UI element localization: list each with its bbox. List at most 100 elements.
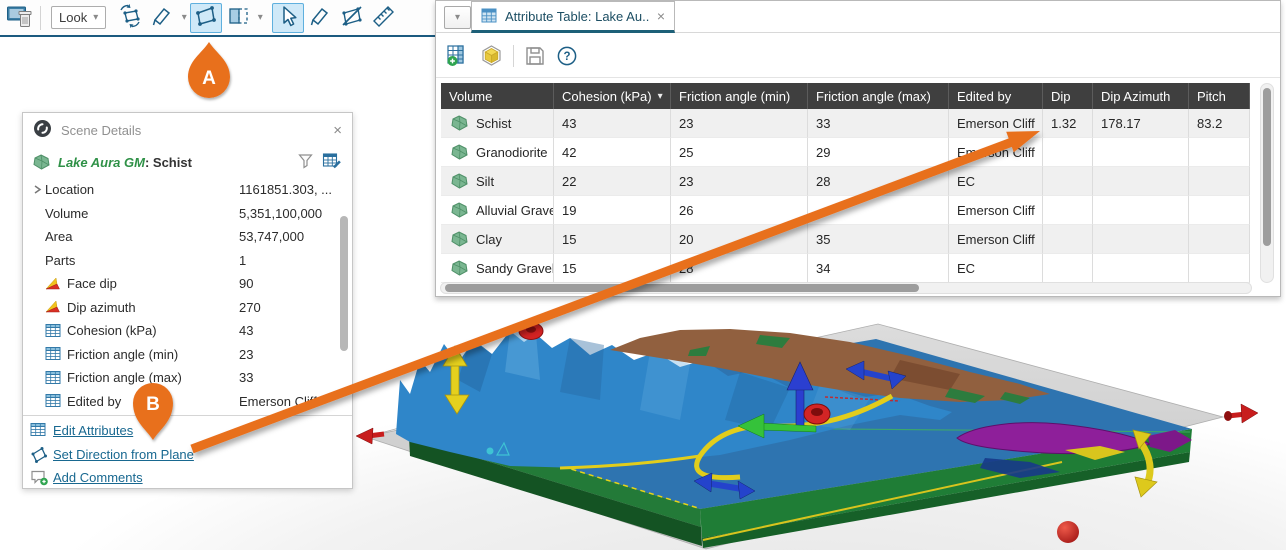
cell-dip[interactable]: 1.32 xyxy=(1043,109,1093,138)
cell-dip[interactable] xyxy=(1043,138,1093,167)
cell-friction-angle-min[interactable]: 26 xyxy=(671,196,808,225)
horizontal-scrollbar[interactable] xyxy=(440,282,1252,294)
table-row-alluvial-gravel[interactable]: Alluvial Gravel1926 Emerson Cliff xyxy=(441,196,1250,225)
cell-cohesion-kpa[interactable]: 42 xyxy=(554,138,671,167)
cell-friction-angle-min[interactable]: 20 xyxy=(671,225,808,254)
cell-pitch[interactable] xyxy=(1189,167,1250,196)
tab-close-icon[interactable]: × xyxy=(657,9,665,23)
ruler-button[interactable] xyxy=(368,3,400,33)
view-in-scene-button[interactable] xyxy=(480,44,503,67)
panel-header[interactable]: Scene Details × xyxy=(23,113,352,147)
scrollbar-thumb[interactable] xyxy=(1263,88,1271,246)
tab-attribute-table[interactable]: Attribute Table: Lake Au... × xyxy=(471,1,675,33)
cell-pitch[interactable] xyxy=(1189,138,1250,167)
cell-pitch[interactable] xyxy=(1189,254,1250,283)
draw-slicer-dropdown[interactable]: ▾ xyxy=(178,13,190,23)
edit-table-icon[interactable] xyxy=(322,151,342,173)
table-row-sandy-gravel[interactable]: Sandy Gravel152834EC xyxy=(441,254,1250,283)
cell-cohesion-kpa[interactable]: 19 xyxy=(554,196,671,225)
action-edit-attributes[interactable]: Edit Attributes xyxy=(23,419,352,443)
sort-chevron-icon[interactable]: ▾ xyxy=(652,91,663,102)
cell-friction-angle-max[interactable]: 35 xyxy=(808,225,949,254)
action-add-comments[interactable]: Add Comments xyxy=(23,466,352,490)
column-header-dip[interactable]: Dip xyxy=(1043,83,1093,109)
cell-cohesion-kpa[interactable]: 43 xyxy=(554,109,671,138)
volume-cell[interactable]: Clay xyxy=(441,225,554,254)
cell-dip[interactable] xyxy=(1043,225,1093,254)
add-attribute-column-button[interactable] xyxy=(446,44,470,67)
volume-cell[interactable]: Granodiorite xyxy=(441,138,554,167)
rotate-plane-button[interactable] xyxy=(114,3,146,33)
cell-edited-by[interactable]: EC xyxy=(949,254,1043,283)
cell-dip[interactable] xyxy=(1043,167,1093,196)
cell-friction-angle-min[interactable]: 28 xyxy=(671,254,808,283)
table-row-schist[interactable]: Schist432333Emerson Cliff1.32178.1783.2 xyxy=(441,109,1250,138)
scrollbar-thumb[interactable] xyxy=(445,284,919,292)
slicer-box-button[interactable] xyxy=(222,3,254,33)
volume-cell[interactable]: Alluvial Gravel xyxy=(441,196,554,225)
close-icon[interactable]: × xyxy=(333,122,342,139)
cell-friction-angle-max[interactable]: 34 xyxy=(808,254,949,283)
volume-cell[interactable]: Silt xyxy=(441,167,554,196)
cell-friction-angle-max[interactable]: 29 xyxy=(808,138,949,167)
cell-friction-angle-min[interactable]: 25 xyxy=(671,138,808,167)
plane-draw-button[interactable] xyxy=(336,3,368,33)
column-header-pitch[interactable]: Pitch xyxy=(1189,83,1250,109)
column-header-cohesion-kpa[interactable]: Cohesion (kPa)▾ xyxy=(554,83,671,109)
column-header-edited-by[interactable]: Edited by xyxy=(949,83,1043,109)
cell-cohesion-kpa[interactable]: 15 xyxy=(554,254,671,283)
cell-pitch[interactable] xyxy=(1189,225,1250,254)
cell-dip[interactable] xyxy=(1043,254,1093,283)
action-set-direction-from-plane[interactable]: Set Direction from Plane xyxy=(23,443,352,467)
volume-cell[interactable]: Schist xyxy=(441,109,554,138)
cell-edited-by[interactable]: Emerson Cliff xyxy=(949,196,1043,225)
column-header-friction-angle-min[interactable]: Friction angle (min) xyxy=(671,83,808,109)
moving-plane-button[interactable] xyxy=(190,3,222,33)
action-link-label[interactable]: Set Direction from Plane xyxy=(53,447,194,462)
cell-dip[interactable] xyxy=(1043,196,1093,225)
cell-edited-by[interactable]: EC xyxy=(949,167,1043,196)
column-header-volume[interactable]: Volume xyxy=(441,83,554,109)
look-dropdown[interactable]: Look ▾ xyxy=(51,6,106,29)
cell-dip-azimuth[interactable]: 178.17 xyxy=(1093,109,1189,138)
panel-scrollbar-thumb[interactable] xyxy=(340,216,348,351)
cell-friction-angle-max[interactable]: 33 xyxy=(808,109,949,138)
cell-friction-angle-min[interactable]: 23 xyxy=(671,167,808,196)
column-header-dip-azimuth[interactable]: Dip Azimuth xyxy=(1093,83,1189,109)
vertical-scrollbar[interactable] xyxy=(1260,83,1274,283)
cell-cohesion-kpa[interactable]: 15 xyxy=(554,225,671,254)
geological-model-scene[interactable] xyxy=(350,300,1286,550)
table-row-clay[interactable]: Clay152035Emerson Cliff xyxy=(441,225,1250,254)
cell-pitch[interactable]: 83.2 xyxy=(1189,109,1250,138)
volume-cell[interactable]: Sandy Gravel xyxy=(441,254,554,283)
filter-icon[interactable] xyxy=(297,152,314,172)
select-button[interactable] xyxy=(272,3,304,33)
draw-slicer-button[interactable] xyxy=(146,3,178,33)
cell-cohesion-kpa[interactable]: 22 xyxy=(554,167,671,196)
action-link-label[interactable]: Add Comments xyxy=(53,470,143,485)
tab-list-dropdown[interactable]: ▾ xyxy=(444,6,471,29)
table-row-granodiorite[interactable]: Granodiorite422529Emerson Cliff xyxy=(441,138,1250,167)
indent-spacer xyxy=(31,230,45,244)
table-row-silt[interactable]: Silt222328EC xyxy=(441,167,1250,196)
clear-scene-button[interactable] xyxy=(4,3,36,33)
cell-friction-angle-max[interactable]: 28 xyxy=(808,167,949,196)
action-link-label[interactable]: Edit Attributes xyxy=(53,423,133,438)
cell-dip-azimuth[interactable] xyxy=(1093,138,1189,167)
cell-dip-azimuth[interactable] xyxy=(1093,225,1189,254)
column-header-friction-angle-max[interactable]: Friction angle (max) xyxy=(808,83,949,109)
draw-button[interactable] xyxy=(304,3,336,33)
cell-dip-azimuth[interactable] xyxy=(1093,254,1189,283)
save-button[interactable] xyxy=(524,45,546,67)
cell-edited-by[interactable]: Emerson Cliff xyxy=(949,225,1043,254)
expand-chevron-icon[interactable] xyxy=(31,183,45,197)
cell-edited-by[interactable]: Emerson Cliff xyxy=(949,109,1043,138)
slicer-box-dropdown[interactable]: ▾ xyxy=(254,13,266,23)
help-button[interactable]: ? xyxy=(556,45,578,67)
cell-friction-angle-max[interactable] xyxy=(808,196,949,225)
cell-dip-azimuth[interactable] xyxy=(1093,196,1189,225)
cell-dip-azimuth[interactable] xyxy=(1093,167,1189,196)
cell-pitch[interactable] xyxy=(1189,196,1250,225)
cell-friction-angle-min[interactable]: 23 xyxy=(671,109,808,138)
cell-edited-by[interactable]: Emerson Cliff xyxy=(949,138,1043,167)
